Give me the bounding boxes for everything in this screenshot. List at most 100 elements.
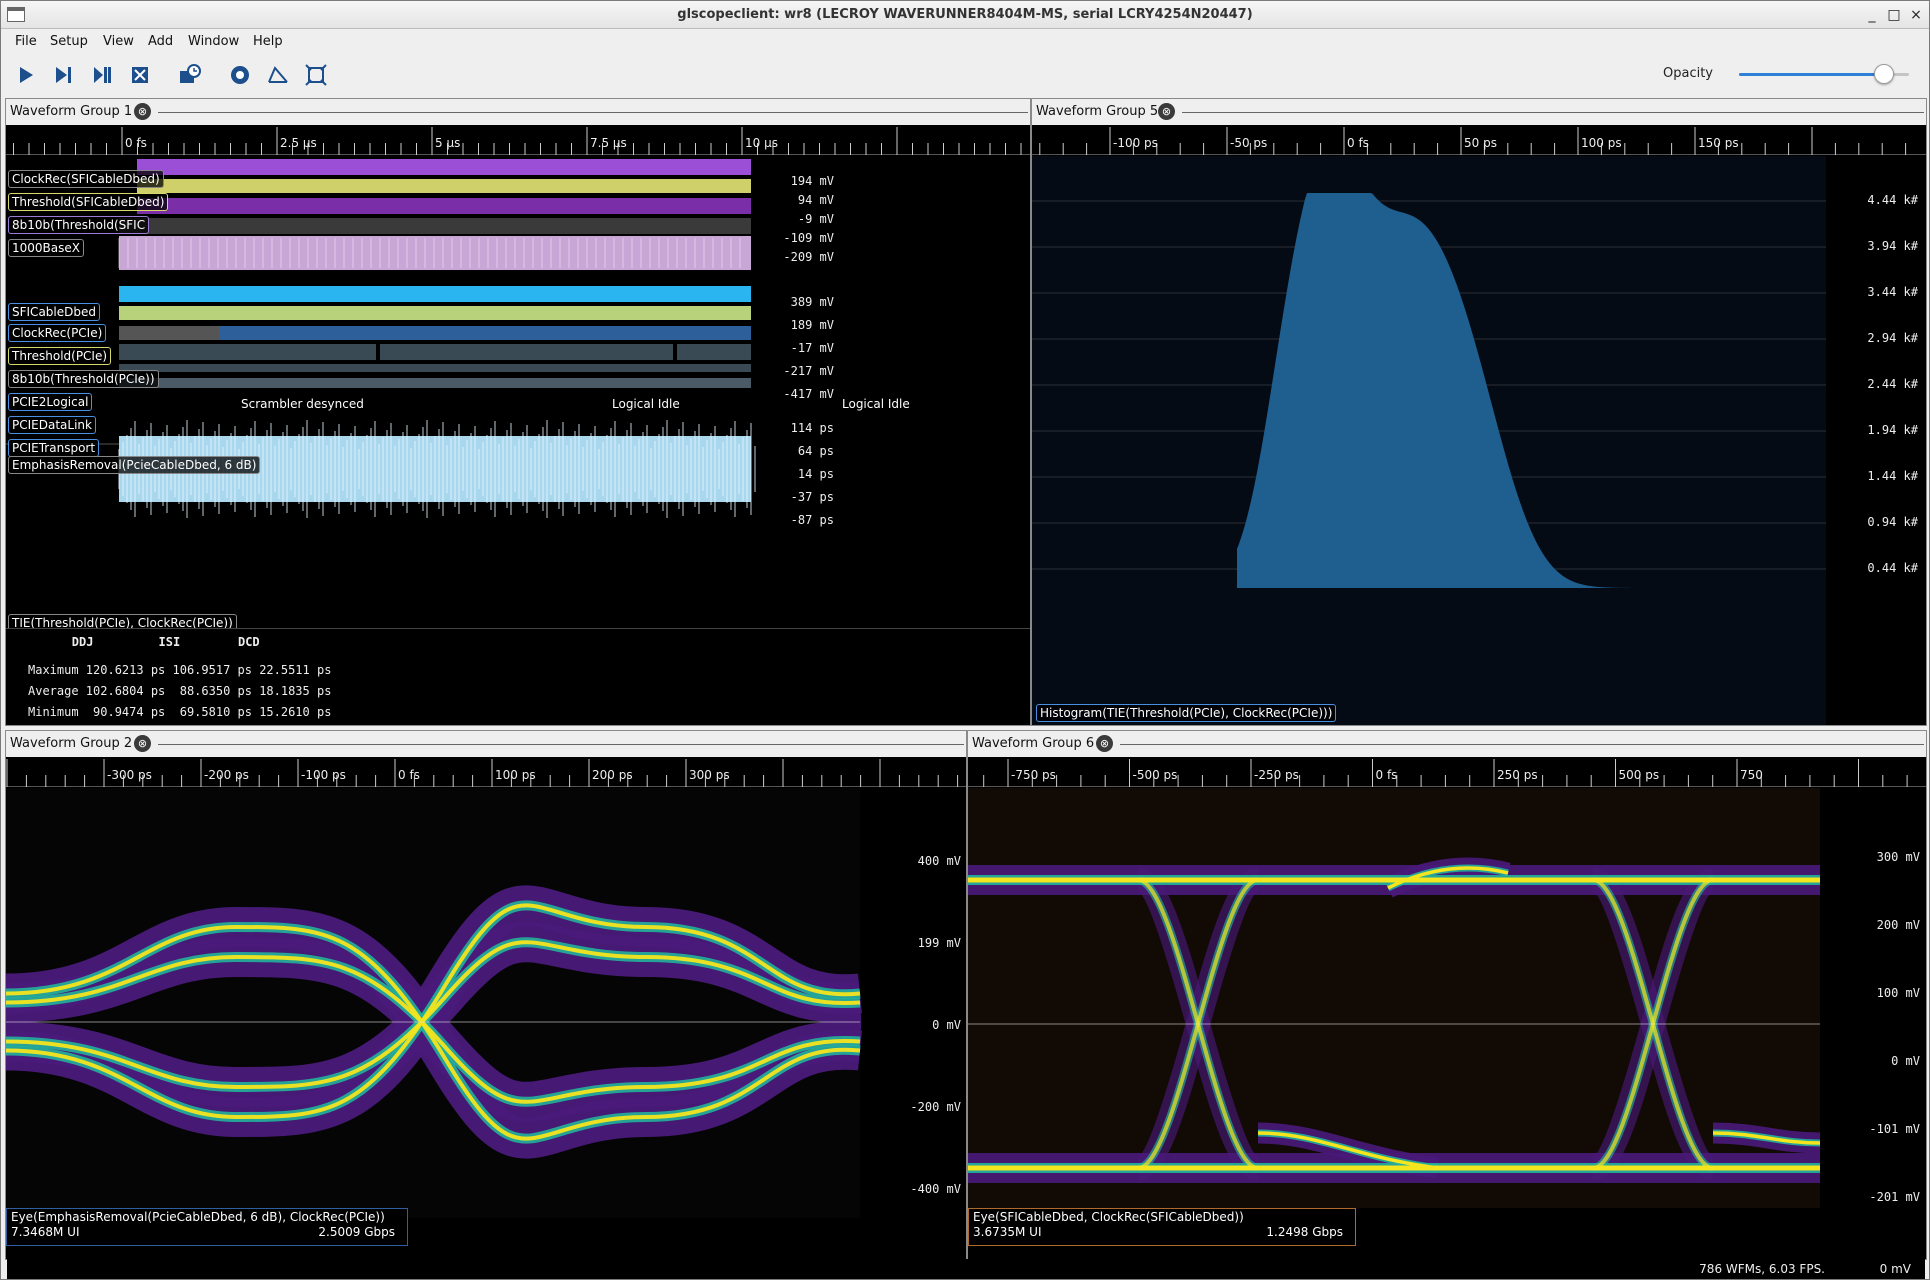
protocol-block-idle2 bbox=[677, 344, 751, 360]
channel-label-histogram[interactable]: Histogram(TIE(Threshold(PCIe), ClockRec(… bbox=[1036, 704, 1337, 722]
axis-label: 194 mV bbox=[790, 174, 834, 188]
axis-label: -417 mV bbox=[783, 387, 834, 401]
ruler-label: 0 fs bbox=[1376, 768, 1398, 782]
channel-label-threshold-pcie[interactable]: Threshold(PCIe) bbox=[8, 347, 112, 365]
eye-pattern-icon[interactable] bbox=[265, 62, 291, 88]
axis-label: 389 mV bbox=[790, 295, 834, 309]
menu-setup[interactable]: Setup bbox=[50, 34, 88, 49]
minimize-button[interactable]: _ bbox=[1863, 6, 1881, 24]
history-icon[interactable] bbox=[177, 62, 203, 88]
close-group-icon[interactable]: ⊗ bbox=[134, 735, 151, 752]
ruler-label: 7.5 µs bbox=[590, 136, 627, 150]
channel-label-pciedatalink[interactable]: PCIEDataLink bbox=[8, 416, 96, 434]
axis-label: -400 mV bbox=[910, 1182, 961, 1196]
channel-label-threshold[interactable]: Threshold(SFICableDbed) bbox=[8, 193, 169, 211]
jitter-statistics: DDJ ISI DCD Maximum 120.6213 ps 106.9517… bbox=[6, 628, 1030, 723]
protocol-logical-idle-1: Logical Idle bbox=[612, 397, 680, 411]
eye-info-box[interactable]: Eye(SFICableDbed, ClockRec(SFICableDbed)… bbox=[968, 1208, 1356, 1246]
axis-label: 199 mV bbox=[917, 936, 961, 950]
close-group-icon[interactable]: ⊗ bbox=[1158, 103, 1175, 120]
menu-view[interactable]: View bbox=[103, 34, 134, 49]
protocol-block-scrambler bbox=[119, 344, 376, 360]
waveform-area[interactable]: ClockRec(SFICableDbed) Threshold(SFICabl… bbox=[6, 156, 1030, 725]
axis-label: -17 mV bbox=[790, 341, 834, 355]
axis-label: -101 mV bbox=[1869, 1122, 1920, 1136]
axis-label: -37 ps bbox=[790, 490, 834, 504]
menu-window[interactable]: Window bbox=[188, 34, 239, 49]
time-ruler[interactable]: -100 ps -50 ps 0 fs 50 ps 100 ps 150 ps bbox=[1032, 125, 1926, 155]
ruler-label: -300 ps bbox=[107, 768, 152, 782]
axis-label: 0 mV bbox=[932, 1018, 961, 1032]
axis-label: 3.94 k# bbox=[1867, 239, 1918, 253]
force-trigger-icon[interactable] bbox=[127, 62, 153, 88]
menu-file[interactable]: File bbox=[15, 34, 37, 49]
trace-1000basex bbox=[119, 218, 751, 234]
axis-label: 0 mV bbox=[1891, 1054, 1920, 1068]
group-title: Waveform Group 6 bbox=[972, 736, 1095, 751]
ruler-label: 300 ps bbox=[689, 768, 730, 782]
close-group-icon[interactable]: ⊗ bbox=[134, 103, 151, 120]
axis-label: 4.44 k# bbox=[1867, 193, 1918, 207]
axis-label: -9 mV bbox=[797, 212, 834, 226]
group-title: Waveform Group 2 bbox=[10, 736, 133, 751]
axis-label: 189 mV bbox=[790, 318, 834, 332]
axis-label: -201 mV bbox=[1869, 1190, 1920, 1204]
ruler-label: -50 ps bbox=[1230, 136, 1267, 150]
axis-label: 14 ps bbox=[797, 467, 834, 481]
trace-clockrec bbox=[137, 159, 751, 175]
menu-add[interactable]: Add bbox=[148, 34, 173, 49]
axis-label: 300 mV bbox=[1876, 850, 1920, 864]
stop-icon[interactable] bbox=[89, 62, 115, 88]
channel-label-emphasis[interactable]: EmphasisRemoval(PcieCableDbed, 6 dB) bbox=[8, 456, 261, 474]
channel-label-pcie2logical[interactable]: PCIE2Logical bbox=[8, 393, 93, 411]
channel-label-1000basex[interactable]: 1000BaseX bbox=[8, 239, 84, 257]
time-ruler[interactable]: -300 ps -200 ps -100 ps 0 fs 100 ps 200 ps 300… bbox=[6, 757, 966, 787]
protocol-block-idle1 bbox=[380, 344, 673, 360]
play-single-icon[interactable] bbox=[51, 62, 77, 88]
close-button[interactable]: × bbox=[1907, 6, 1925, 24]
eye-info-box[interactable]: Eye(EmphasisRemoval(PcieCableDbed, 6 dB)… bbox=[6, 1208, 408, 1246]
channel-label-8b10b[interactable]: 8b10b(Threshold(SFIC bbox=[8, 216, 150, 234]
time-ruler[interactable]: 0 fs 2.5 µs 5 µs 7.5 µs 10 µs bbox=[6, 125, 1030, 155]
eye-bit-rate: 2.5009 Gbps bbox=[318, 1225, 395, 1239]
axis-label: 114 ps bbox=[790, 421, 834, 435]
opacity-slider-handle[interactable] bbox=[1873, 64, 1894, 84]
fullscreen-icon[interactable] bbox=[227, 62, 253, 88]
eye-ui-count: 3.6735M UI bbox=[973, 1225, 1042, 1239]
maximize-button[interactable]: □ bbox=[1885, 6, 1903, 24]
ruler-label: 5 µs bbox=[435, 136, 460, 150]
eye-label: Eye(SFICableDbed, ClockRec(SFICableDbed)… bbox=[973, 1210, 1244, 1224]
ruler-label: -200 ps bbox=[204, 768, 249, 782]
axis-label: 0.94 k# bbox=[1867, 515, 1918, 529]
window-title: glscopeclient: wr8 (LECROY WAVERUNNER840… bbox=[677, 7, 1253, 22]
ruler-label: 250 ps bbox=[1497, 768, 1538, 782]
axis-label: -87 ps bbox=[790, 513, 834, 527]
close-group-icon[interactable]: ⊗ bbox=[1096, 735, 1113, 752]
axis-label: -109 mV bbox=[783, 231, 834, 245]
waveform-group-5: Waveform Group 5 ⊗ -100 ps -50 ps 0 fs 50 p… bbox=[1031, 98, 1927, 726]
menu-help[interactable]: Help bbox=[253, 34, 283, 49]
play-icon[interactable] bbox=[13, 62, 39, 88]
channel-label-pcietransport[interactable]: PCIETransport bbox=[8, 439, 100, 457]
axis-label: 2.94 k# bbox=[1867, 331, 1918, 345]
eye-ui-count: 7.3468M UI bbox=[11, 1225, 80, 1239]
group-title: Waveform Group 5 bbox=[1036, 104, 1159, 119]
channel-label-sficabledbed[interactable]: SFICableDbed bbox=[8, 303, 100, 321]
zoom-fit-icon[interactable] bbox=[303, 62, 329, 88]
opacity-slider[interactable] bbox=[1737, 63, 1917, 85]
axis-label: 3.44 k# bbox=[1867, 285, 1918, 299]
ruler-label: 500 ps bbox=[1619, 768, 1660, 782]
axis-label: 100 mV bbox=[1876, 986, 1920, 1000]
ruler-label: 2.5 µs bbox=[280, 136, 317, 150]
axis-label: -217 mV bbox=[783, 364, 834, 378]
eye-diagram-area[interactable]: 400 mV 199 mV 0 mV -200 mV -400 mV Eye(Empha… bbox=[5, 788, 966, 1259]
eye-diagram-area[interactable]: 300 mV200 mV100 mV0 mV-101 mV-201 mV-301… bbox=[968, 788, 1926, 1272]
status-fps: 786 WFMs, 6.03 FPS. bbox=[1699, 1262, 1825, 1276]
toolbar: Opacity bbox=[1, 54, 1929, 96]
time-ruler[interactable]: -750 ps -500 ps -250 ps 0 fs 250 ps 500 ps 750 bbox=[968, 757, 1926, 787]
channel-label-clockrec[interactable]: ClockRec(SFICableDbed) bbox=[8, 170, 164, 188]
channel-label-8b10b-pcie[interactable]: 8b10b(Threshold(PCIe)) bbox=[8, 370, 159, 388]
ruler-label: -100 ps bbox=[1113, 136, 1158, 150]
histogram-area[interactable]: 4.44 k# 3.94 k# 3.44 k# 2.94 k# 2.44 k# 1.94 … bbox=[1032, 156, 1926, 725]
channel-label-clockrec-pcie[interactable]: ClockRec(PCIe) bbox=[8, 324, 107, 342]
